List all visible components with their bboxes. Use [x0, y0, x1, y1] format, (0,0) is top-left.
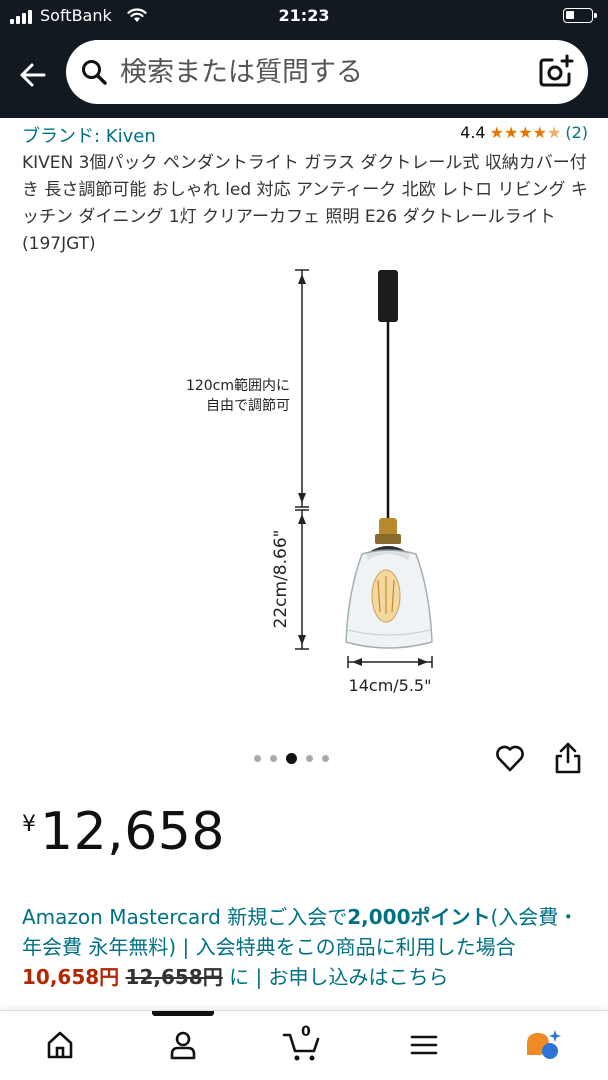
camera-search-icon[interactable] [538, 54, 574, 90]
heart-icon[interactable] [494, 742, 526, 774]
rating-stars: ★ ★ ★ ★ ★ [489, 122, 562, 142]
product-title: KIVEN 3個パック ペンダントライト ガラス ダクトレール式 収納カバー付き… [22, 153, 588, 254]
nav-rufus[interactable] [522, 1027, 562, 1063]
price-amount: 12,658 [40, 802, 225, 862]
image-carousel-dots [254, 753, 329, 764]
active-tab-indicator [152, 1011, 214, 1016]
carousel-dot[interactable] [322, 755, 329, 762]
price: ¥ 12,658 [22, 800, 225, 864]
carousel-dot-active[interactable] [286, 753, 297, 764]
promo-text-3: に | お申し込みはこちら [222, 965, 449, 989]
home-icon [47, 1031, 73, 1059]
brand-rating-row: ブランド: Kiven 4.4 ★ ★ ★ ★ ★ (2) [22, 122, 588, 148]
battery-icon [563, 8, 597, 23]
clock: 21:23 [278, 6, 330, 25]
cart-count: 0 [301, 1024, 311, 1040]
header [0, 32, 608, 118]
carousel-dot[interactable] [270, 755, 277, 762]
back-arrow-icon[interactable] [14, 56, 52, 94]
star-icon: ★ [518, 122, 533, 142]
nav-menu[interactable] [404, 1027, 444, 1063]
promo-text-1: Amazon Mastercard 新規ご入会で [22, 905, 348, 929]
half-star-icon: ★ [546, 122, 562, 142]
mastercard-promo-link[interactable]: Amazon Mastercard 新規ご入会で2,000ポイント(入会費・年会… [22, 902, 588, 1010]
brand-link[interactable]: ブランド: Kiven [22, 122, 156, 148]
product-image[interactable]: 120cm範囲内に 自由で調節可 22cm/8.66" 14cm/5.5" [150, 262, 450, 702]
star-icon: ★ [532, 122, 547, 142]
promo-original-price: 12,658円 [125, 965, 223, 989]
star-icon: ★ [489, 122, 504, 142]
promo-discounted-price: 10,658円 [22, 965, 120, 989]
rating-value: 4.4 [460, 123, 486, 142]
review-count: (2) [565, 123, 588, 142]
carousel-dot[interactable] [254, 755, 261, 762]
bottom-navigation: 0 [0, 1010, 608, 1080]
rating-summary[interactable]: 4.4 ★ ★ ★ ★ ★ (2) [460, 123, 588, 142]
status-bar: SoftBank 21:23 [0, 0, 608, 32]
search-icon [82, 60, 107, 85]
menu-icon [410, 1035, 438, 1055]
nav-account[interactable] [163, 1027, 203, 1063]
promo-points: 2,000ポイント [347, 905, 491, 929]
star-icon: ★ [503, 122, 519, 142]
share-icon[interactable] [553, 741, 583, 775]
search-input[interactable] [120, 50, 520, 94]
nav-cart[interactable]: 0 [282, 1024, 322, 1063]
length-note-line1: 120cm範囲内に [186, 377, 290, 394]
nav-home[interactable] [40, 1027, 80, 1063]
rufus-icon [527, 1030, 561, 1059]
length-note-line2: 自由で調節可 [206, 397, 290, 414]
search-bar[interactable] [66, 40, 588, 104]
carousel-dot[interactable] [306, 755, 313, 762]
height-label: 22cm/8.66" [271, 530, 291, 629]
width-label: 14cm/5.5" [349, 676, 432, 695]
currency-symbol: ¥ [22, 812, 36, 837]
account-icon [170, 1031, 196, 1060]
